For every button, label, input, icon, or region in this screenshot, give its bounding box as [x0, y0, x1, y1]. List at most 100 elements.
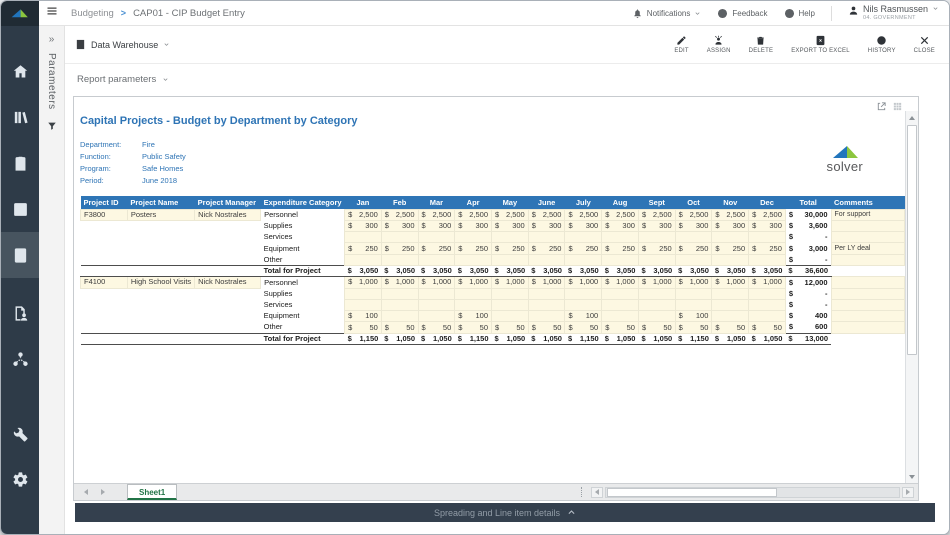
- app-logo[interactable]: [1, 1, 39, 26]
- cell-comment[interactable]: [831, 220, 905, 231]
- cell-month-value[interactable]: $50: [675, 322, 712, 333]
- history-button[interactable]: HISTORY: [868, 35, 896, 54]
- cell-month-value[interactable]: $50: [381, 322, 418, 333]
- cell-comment[interactable]: [831, 288, 905, 299]
- cell-month-value[interactable]: [638, 254, 675, 265]
- cell-month-value[interactable]: $2,500: [381, 209, 418, 220]
- sidebar-item-data-entry[interactable]: [1, 290, 39, 336]
- cell-comment[interactable]: [831, 254, 905, 265]
- cell-month-value[interactable]: [381, 232, 418, 243]
- cell-month-value[interactable]: [712, 311, 749, 322]
- cell-month-value[interactable]: $50: [712, 322, 749, 333]
- cell-month-value[interactable]: [675, 232, 712, 243]
- cell-month-value[interactable]: [418, 254, 455, 265]
- cell-month-value[interactable]: $2,500: [418, 209, 455, 220]
- cell-month-value[interactable]: $250: [418, 243, 455, 254]
- cell-month-value[interactable]: [749, 232, 786, 243]
- cell-month-value[interactable]: [345, 288, 382, 299]
- cell-month-value[interactable]: $1,000: [675, 277, 712, 288]
- cell-month-value[interactable]: [712, 288, 749, 299]
- cell-month-value[interactable]: $100: [675, 311, 712, 322]
- cell-month-value[interactable]: $1,000: [492, 277, 529, 288]
- cell-month-value[interactable]: $300: [602, 220, 639, 231]
- sheet-next-arrow[interactable]: [101, 489, 105, 495]
- cell-month-value[interactable]: $1,000: [712, 277, 749, 288]
- cell-month-value[interactable]: [492, 232, 529, 243]
- cell-month-value[interactable]: [492, 311, 529, 322]
- cell-month-value[interactable]: [455, 232, 492, 243]
- sidebar-item-workflow[interactable]: [1, 336, 39, 382]
- cell-month-value[interactable]: $2,500: [602, 209, 639, 220]
- cell-month-value[interactable]: $1,000: [455, 277, 492, 288]
- cell-month-value[interactable]: [712, 254, 749, 265]
- cell-month-value[interactable]: $300: [455, 220, 492, 231]
- cell-month-value[interactable]: [418, 299, 455, 310]
- grid-view-icon[interactable]: [892, 99, 903, 110]
- cell-month-value[interactable]: [565, 288, 602, 299]
- cell-month-value[interactable]: $100: [345, 311, 382, 322]
- sheet-prev-arrow[interactable]: [84, 489, 88, 495]
- sidebar-item-reports[interactable]: [1, 94, 39, 140]
- help-button[interactable]: Help: [784, 8, 815, 19]
- cell-month-value[interactable]: $100: [565, 311, 602, 322]
- cell-month-value[interactable]: [418, 232, 455, 243]
- cell-month-value[interactable]: $2,500: [565, 209, 602, 220]
- cell-month-value[interactable]: [455, 254, 492, 265]
- cell-month-value[interactable]: [381, 254, 418, 265]
- edit-button[interactable]: EDIT: [674, 35, 688, 54]
- cell-month-value[interactable]: $2,500: [528, 209, 565, 220]
- cell-month-value[interactable]: [381, 288, 418, 299]
- scroll-right-arrow[interactable]: [902, 487, 914, 498]
- data-source-dropdown[interactable]: Data Warehouse: [75, 39, 170, 50]
- cell-month-value[interactable]: [565, 232, 602, 243]
- cell-month-value[interactable]: [675, 288, 712, 299]
- popout-icon[interactable]: [876, 99, 887, 110]
- cell-month-value[interactable]: $250: [565, 243, 602, 254]
- scroll-down-arrow[interactable]: [906, 470, 918, 483]
- vertical-scroll-thumb[interactable]: [907, 125, 917, 355]
- parameters-panel-collapsed[interactable]: » Parameters: [39, 26, 65, 535]
- cell-month-value[interactable]: [492, 299, 529, 310]
- cell-month-value[interactable]: $100: [455, 311, 492, 322]
- cell-month-value[interactable]: [675, 299, 712, 310]
- cell-month-value[interactable]: $2,500: [712, 209, 749, 220]
- cell-month-value[interactable]: [602, 232, 639, 243]
- cell-month-value[interactable]: [381, 299, 418, 310]
- cell-comment[interactable]: For support: [831, 209, 905, 220]
- cell-month-value[interactable]: $250: [492, 243, 529, 254]
- spreading-details-expander[interactable]: Spreading and Line item details: [75, 503, 935, 522]
- cell-month-value[interactable]: [638, 299, 675, 310]
- cell-month-value[interactable]: [638, 288, 675, 299]
- cell-month-value[interactable]: $2,500: [749, 209, 786, 220]
- cell-month-value[interactable]: [528, 254, 565, 265]
- cell-month-value[interactable]: $250: [749, 243, 786, 254]
- cell-comment[interactable]: [831, 322, 905, 333]
- close-button[interactable]: CLOSE: [914, 35, 935, 54]
- sidebar-item-admin-tools[interactable]: [1, 410, 39, 456]
- cell-month-value[interactable]: [418, 288, 455, 299]
- cell-month-value[interactable]: $50: [455, 322, 492, 333]
- cell-month-value[interactable]: [492, 254, 529, 265]
- cell-month-value[interactable]: [528, 311, 565, 322]
- breadcrumb-section[interactable]: Budgeting: [71, 8, 114, 19]
- cell-month-value[interactable]: $1,000: [418, 277, 455, 288]
- cell-month-value[interactable]: $300: [675, 220, 712, 231]
- cell-comment[interactable]: [831, 299, 905, 310]
- cell-month-value[interactable]: $2,500: [345, 209, 382, 220]
- report-parameters-dropdown[interactable]: Report parameters: [65, 64, 949, 94]
- cell-month-value[interactable]: $1,000: [602, 277, 639, 288]
- sheet-tab[interactable]: Sheet1: [127, 484, 177, 500]
- cell-month-value[interactable]: [381, 311, 418, 322]
- cell-month-value[interactable]: [712, 299, 749, 310]
- cell-month-value[interactable]: [602, 299, 639, 310]
- menu-icon[interactable]: [39, 4, 65, 22]
- cell-comment[interactable]: [831, 277, 905, 288]
- sidebar-item-home[interactable]: [1, 48, 39, 94]
- cell-month-value[interactable]: [602, 311, 639, 322]
- sidebar-item-settings[interactable]: [1, 456, 39, 502]
- cell-month-value[interactable]: $300: [565, 220, 602, 231]
- cell-month-value[interactable]: $2,500: [675, 209, 712, 220]
- cell-month-value[interactable]: $300: [345, 220, 382, 231]
- cell-month-value[interactable]: $2,500: [638, 209, 675, 220]
- cell-month-value[interactable]: [528, 299, 565, 310]
